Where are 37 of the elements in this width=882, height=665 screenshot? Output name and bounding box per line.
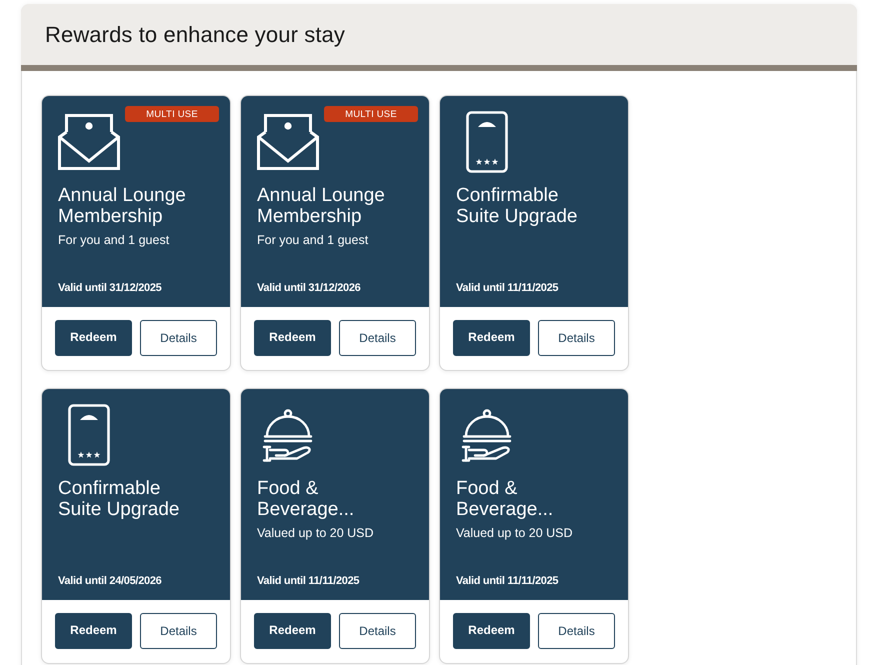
validity-date: Valid until 31/12/2025 [58, 281, 162, 295]
redeem-button[interactable]: Redeem [453, 320, 530, 356]
envelope-icon [58, 114, 120, 170]
reward-subtitle: Valued up to 20 USD [257, 525, 375, 541]
reward-title: Food & Beverage... [257, 478, 356, 520]
section-title: Rewards to enhance your stay [45, 22, 345, 48]
details-button[interactable]: Details [339, 613, 416, 649]
validity-date: Valid until 24/05/2026 [58, 574, 162, 588]
usage-badge: MULTI USE [125, 106, 219, 122]
redeem-button[interactable]: Redeem [55, 613, 132, 649]
redeem-button[interactable]: Redeem [55, 320, 132, 356]
details-button[interactable]: Details [140, 613, 217, 649]
validity-date: Valid until 11/11/2025 [456, 281, 560, 295]
usage-badge: MULTI USE [324, 106, 418, 122]
reward-title: Confirmable Suite Upgrade [456, 185, 578, 227]
validity-date: Valid until 11/11/2025 [456, 574, 560, 588]
reward-title: Annual Lounge Membership [257, 185, 386, 227]
serving-cloche-icon [461, 408, 513, 462]
reward-subtitle: Valued up to 20 USD [456, 525, 574, 541]
serving-cloche-icon [262, 408, 314, 462]
reward-subtitle: For you and 1 guest [257, 232, 370, 248]
details-button[interactable]: Details [140, 320, 217, 356]
envelope-icon [257, 114, 319, 170]
redeem-button[interactable]: Redeem [254, 320, 331, 356]
keycard-icon [68, 404, 110, 466]
reward-title: Annual Lounge Membership [58, 185, 187, 227]
reward-title: Food & Beverage... [456, 478, 554, 520]
redeem-button[interactable]: Redeem [254, 613, 331, 649]
keycard-icon [466, 111, 508, 173]
validity-date: Valid until 11/11/2025 [257, 574, 360, 588]
reward-subtitle: For you and 1 guest [58, 232, 170, 248]
validity-date: Valid until 31/12/2026 [257, 281, 362, 295]
details-button[interactable]: Details [339, 320, 416, 356]
details-button[interactable]: Details [538, 320, 615, 356]
details-button[interactable]: Details [538, 613, 615, 649]
redeem-button[interactable]: Redeem [453, 613, 530, 649]
reward-title: Confirmable Suite Upgrade [58, 478, 180, 520]
